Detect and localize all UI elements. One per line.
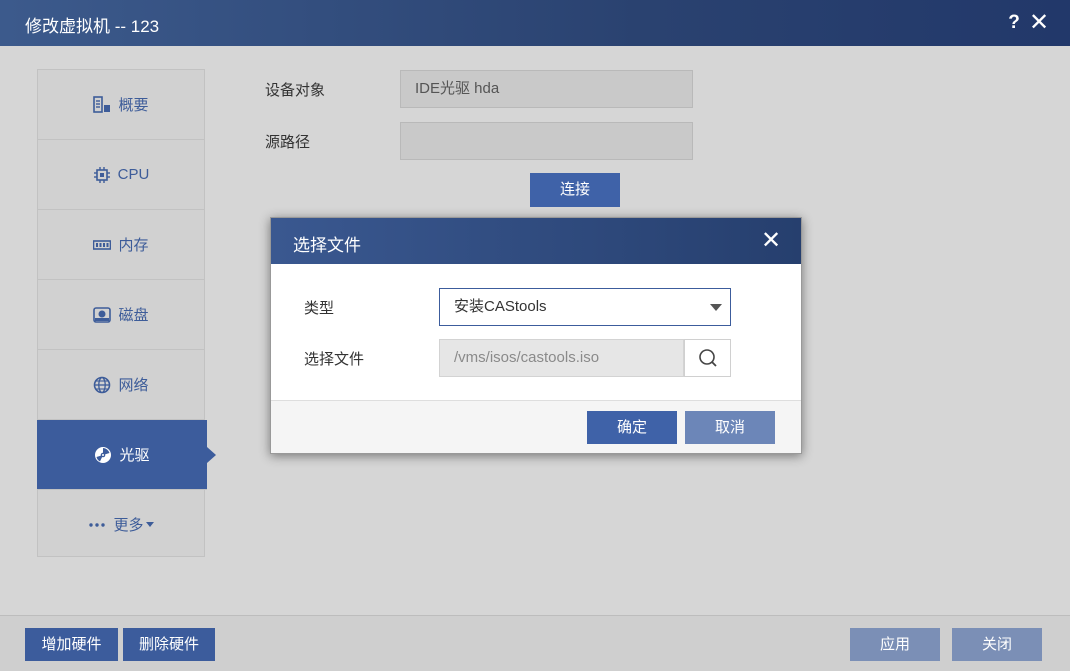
device-label: 设备对象 [265,82,326,99]
type-select[interactable]: 安装CAStools [439,288,731,326]
nav-item-cdrom[interactable]: 光驱 [37,420,216,490]
apply-button[interactable]: 应用 [850,628,940,661]
globe-icon [93,376,111,394]
remove-hardware-button[interactable]: 删除硬件 [123,628,215,661]
select-file-dialog: 选择文件 ✕ 类型 安装CAStools 选择文件 /vms/isos/cast… [270,217,802,454]
type-label: 类型 [304,300,335,317]
dialog-titlebar: 选择文件 ✕ [271,218,801,264]
nav-label: 概要 [118,97,149,114]
disk-icon [93,306,112,324]
nav-label: 光驱 [119,447,150,464]
add-hardware-button[interactable]: 增加硬件 [25,628,118,661]
memory-icon [93,236,112,254]
nav-item-summary[interactable]: 概要 [38,70,204,140]
window-titlebar: 修改虚拟机 -- 123 ? ✕ [0,0,1070,46]
nav-label: 网络 [118,377,149,394]
nav-item-memory[interactable]: 内存 [38,210,204,280]
close-icon[interactable]: ✕ [1027,10,1051,36]
nav-label: 磁盘 [118,307,149,324]
source-path-label: 源路径 [265,134,311,151]
window-title: 修改虚拟机 -- 123 [25,17,160,36]
type-select-value: 安装CAStools [454,298,547,315]
nav-item-disk[interactable]: 磁盘 [38,280,204,350]
dialog-close-icon[interactable]: ✕ [759,228,783,254]
cdrom-icon [94,446,112,464]
search-icon[interactable] [684,339,731,377]
file-path-input[interactable]: /vms/isos/castools.iso [439,339,684,377]
nav-item-cpu[interactable]: CPU [38,140,204,210]
window-footer: 增加硬件 删除硬件 应用 关闭 [0,615,1070,671]
help-icon[interactable]: ? [1004,10,1024,36]
summary-icon [93,95,111,114]
nav-item-network[interactable]: 网络 [38,350,204,420]
dialog-title: 选择文件 [293,236,361,255]
nav-item-more[interactable]: 更多 [38,490,204,559]
cancel-button[interactable]: 取消 [685,411,775,444]
dots-icon [88,516,106,534]
connect-button[interactable]: 连接 [530,173,620,207]
source-path-field[interactable] [400,122,693,160]
device-field: IDE光驱 hda [400,70,693,108]
dropdown-arrow-icon [710,304,722,311]
cpu-icon [93,166,111,184]
nav-label: 更多 [113,517,144,534]
nav-label: 内存 [118,237,149,254]
hardware-nav: 概要 CPU 内存 磁盘 网络 光驱 更多 [37,69,216,559]
file-label: 选择文件 [304,351,365,368]
close-button[interactable]: 关闭 [952,628,1042,661]
confirm-button[interactable]: 确定 [587,411,677,444]
chevron-down-icon [145,522,154,527]
nav-label: CPU [117,166,150,183]
dialog-footer: 确定 取消 [271,400,801,453]
